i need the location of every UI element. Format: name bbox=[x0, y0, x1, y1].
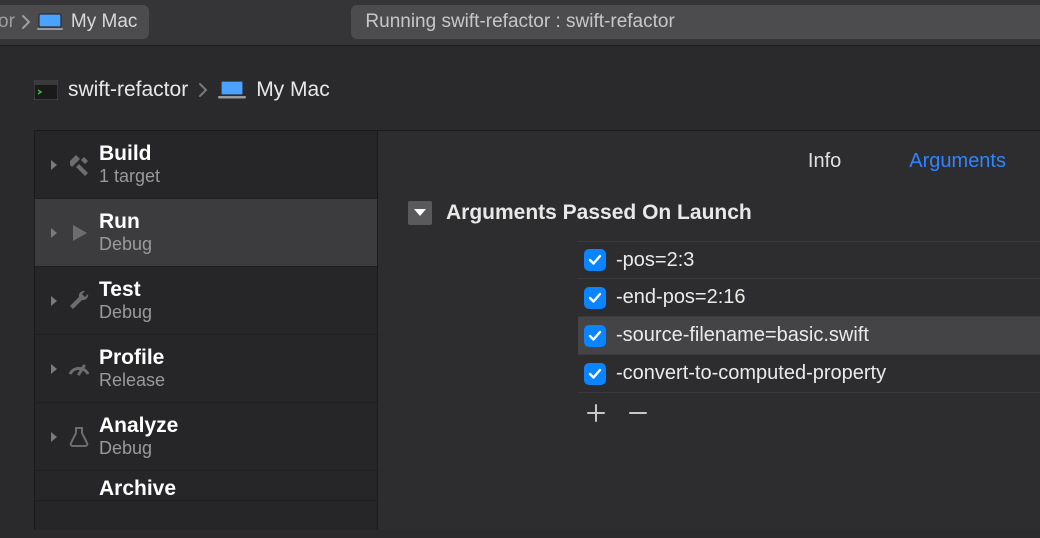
section-title: Arguments Passed On Launch bbox=[446, 201, 752, 225]
disclosure-right-icon[interactable] bbox=[47, 430, 61, 444]
detail-tab-bar: Info Arguments bbox=[378, 131, 1040, 191]
checkbox-checked-icon[interactable] bbox=[584, 287, 606, 309]
mac-icon bbox=[37, 13, 63, 31]
flask-icon bbox=[63, 421, 95, 453]
checkbox-checked-icon[interactable] bbox=[584, 363, 606, 385]
phase-title: Build bbox=[99, 142, 160, 166]
phase-title: Test bbox=[99, 278, 152, 302]
disclosure-right-icon[interactable] bbox=[47, 226, 61, 240]
wrench-icon bbox=[63, 285, 95, 317]
disclosure-right-icon[interactable] bbox=[47, 294, 61, 308]
disclosure-right-icon[interactable] bbox=[47, 362, 61, 376]
add-argument-button[interactable] bbox=[586, 403, 606, 423]
chevron-right-icon bbox=[198, 82, 208, 98]
argument-text: -convert-to-computed-property bbox=[616, 362, 886, 385]
remove-argument-button[interactable] bbox=[628, 403, 648, 423]
phase-subtitle: Debug bbox=[99, 438, 178, 459]
detail-panel: Info Arguments Arguments Passed On Launc… bbox=[378, 131, 1040, 530]
tab-info[interactable]: Info bbox=[774, 131, 875, 191]
phase-subtitle: Debug bbox=[99, 302, 152, 323]
terminal-icon bbox=[34, 80, 58, 100]
phase-title: Profile bbox=[99, 346, 165, 370]
arguments-table: -pos=2:3 -end-pos=2:16 -source-filename=… bbox=[578, 241, 1040, 423]
checkbox-checked-icon[interactable] bbox=[584, 325, 606, 347]
phase-subtitle: Release bbox=[99, 370, 165, 391]
breadcrumb-target[interactable]: swift-refactor bbox=[68, 78, 188, 102]
breadcrumb: swift-refactor My Mac bbox=[0, 46, 1040, 130]
phase-subtitle: 1 target bbox=[99, 166, 160, 187]
phase-run[interactable]: Run Debug bbox=[35, 199, 377, 267]
checkbox-checked-icon[interactable] bbox=[584, 249, 606, 271]
chevron-right-icon bbox=[21, 14, 31, 30]
mac-icon bbox=[218, 80, 246, 100]
breadcrumb-device[interactable]: My Mac bbox=[256, 78, 330, 102]
argument-row[interactable]: -end-pos=2:16 bbox=[578, 279, 1040, 317]
disclosure-right-icon[interactable] bbox=[47, 158, 61, 172]
phase-profile[interactable]: Profile Release bbox=[35, 335, 377, 403]
scheme-selector[interactable]: or My Mac bbox=[0, 5, 149, 39]
argument-text: -source-filename=basic.swift bbox=[616, 324, 869, 347]
hammer-icon bbox=[63, 149, 95, 181]
phase-test[interactable]: Test Debug bbox=[35, 267, 377, 335]
argument-row[interactable]: -pos=2:3 bbox=[578, 241, 1040, 279]
phase-archive[interactable]: Archive bbox=[35, 471, 377, 501]
scheme-device-label: My Mac bbox=[71, 11, 138, 33]
scheme-partial-text: or bbox=[0, 11, 15, 33]
disclosure-down-icon[interactable] bbox=[408, 201, 432, 225]
gauge-icon bbox=[63, 353, 95, 385]
phase-title: Archive bbox=[99, 477, 176, 501]
status-bar[interactable]: Running swift-refactor : swift-refactor bbox=[351, 5, 1040, 39]
argument-row[interactable]: -source-filename=basic.swift bbox=[578, 317, 1040, 355]
phase-subtitle: Debug bbox=[99, 234, 152, 255]
phase-build[interactable]: Build 1 target bbox=[35, 131, 377, 199]
scheme-phase-list: Build 1 target Run Debug T bbox=[34, 131, 378, 530]
status-text: Running swift-refactor : swift-refactor bbox=[365, 11, 674, 33]
section-arguments-on-launch[interactable]: Arguments Passed On Launch bbox=[378, 191, 1040, 241]
argument-row[interactable]: -convert-to-computed-property bbox=[578, 355, 1040, 393]
argument-text: -pos=2:3 bbox=[616, 249, 694, 272]
top-toolbar: or My Mac Running swift-refactor : swift… bbox=[0, 0, 1040, 46]
play-icon bbox=[63, 217, 95, 249]
phase-analyze[interactable]: Analyze Debug bbox=[35, 403, 377, 471]
tab-arguments[interactable]: Arguments bbox=[875, 131, 1040, 191]
argument-text: -end-pos=2:16 bbox=[616, 286, 746, 309]
phase-title: Run bbox=[99, 210, 152, 234]
phase-title: Analyze bbox=[99, 414, 178, 438]
